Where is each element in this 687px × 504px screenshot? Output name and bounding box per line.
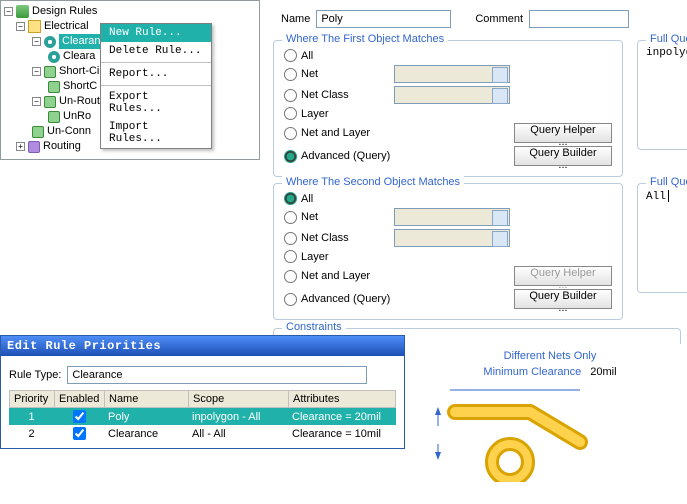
m1-netclass-combo[interactable]: [394, 86, 510, 104]
matches2-title: Where The Second Object Matches: [282, 176, 464, 188]
table-row[interactable]: 1 Poly inpolygon - All Clearance = 20mil: [9, 408, 396, 425]
short-icon: [48, 81, 60, 93]
m1-net[interactable]: Net: [284, 68, 394, 81]
edit-rule-priorities-window[interactable]: Edit Rule Priorities Rule Type: Priority…: [0, 335, 405, 449]
m1-advanced[interactable]: Advanced (Query): [284, 150, 394, 163]
unconn-icon: [32, 126, 44, 138]
tree-label: Un-Conn: [47, 124, 91, 139]
col-attributes[interactable]: Attributes: [289, 391, 395, 407]
context-menu[interactable]: New Rule... Delete Rule... Report... Exp…: [100, 23, 212, 149]
m2-net[interactable]: Net: [284, 211, 394, 224]
tree-root-label: Design Rules: [32, 4, 97, 19]
ctx-export-rules[interactable]: Export Rules...: [101, 88, 211, 118]
ctx-separator: [101, 85, 211, 86]
cell-attrs: Clearance = 20mil: [288, 408, 396, 425]
rules-icon: [16, 5, 29, 18]
ctx-separator: [101, 62, 211, 63]
unroute-icon: [48, 111, 60, 123]
comment-input[interactable]: [529, 10, 629, 28]
m2-all[interactable]: All: [284, 192, 394, 205]
routing-icon: [28, 141, 40, 153]
matches1-title: Where The First Object Matches: [282, 33, 448, 45]
m2-netlayer[interactable]: Net and Layer: [284, 270, 394, 283]
m2-query-helper-button[interactable]: Query Helper ...: [514, 266, 612, 286]
cell-enabled-checkbox[interactable]: [73, 427, 86, 440]
clearance-icon: [48, 51, 60, 63]
cell-scope: All - All: [188, 425, 288, 442]
cell-priority: 2: [9, 425, 54, 442]
tree-label: Electrical: [44, 19, 89, 34]
erp-header[interactable]: Priority Enabled Name Scope Attributes: [9, 390, 396, 408]
full-query-title: Full Query: [646, 176, 687, 188]
cell-priority: 1: [9, 408, 54, 425]
cell-name: Poly: [104, 408, 188, 425]
collapse-icon[interactable]: −: [32, 97, 41, 106]
cell-name: Clearance: [104, 425, 188, 442]
matches2-group: Where The Second Object Matches All Net …: [273, 183, 623, 320]
col-name[interactable]: Name: [105, 391, 189, 407]
cell-attrs: Clearance = 10mil: [288, 425, 396, 442]
full-query-text[interactable]: All: [646, 190, 687, 286]
m1-netclass[interactable]: Net Class: [284, 89, 394, 102]
tree-root[interactable]: − Design Rules: [4, 4, 259, 19]
text-caret: [668, 190, 669, 202]
m2-advanced[interactable]: Advanced (Query): [284, 293, 394, 306]
table-row[interactable]: 2 Clearance All - All Clearance = 10mil: [9, 425, 396, 442]
m1-all[interactable]: All: [284, 49, 394, 62]
tree-label: Cleara: [63, 49, 95, 64]
m2-netclass[interactable]: Net Class: [284, 232, 394, 245]
collapse-icon[interactable]: −: [16, 22, 25, 31]
tree-label: UnRo: [63, 109, 91, 124]
m2-net-combo[interactable]: [394, 208, 510, 226]
m2-layer[interactable]: Layer: [284, 250, 394, 263]
name-input[interactable]: [316, 10, 451, 28]
min-clearance-label: Minimum Clearance: [483, 366, 581, 378]
full-query-2: Full Query All: [637, 183, 687, 293]
collapse-icon[interactable]: −: [32, 67, 41, 76]
rule-type-input[interactable]: [67, 366, 367, 384]
min-clearance-value[interactable]: 20mil: [590, 366, 616, 378]
tree-label: Routing: [43, 139, 81, 154]
cell-enabled-checkbox[interactable]: [73, 410, 86, 423]
collapse-icon[interactable]: −: [4, 7, 13, 16]
clearance-icon: [44, 36, 56, 48]
collapse-icon[interactable]: −: [32, 37, 41, 46]
short-icon: [44, 66, 56, 78]
clearance-diagram: Different Nets Only Minimum Clearance 20…: [420, 350, 680, 482]
folder-icon: [28, 20, 41, 33]
full-query-1: Full Query inpolygon: [637, 40, 687, 150]
tree-label: ShortC: [63, 79, 97, 94]
m1-net-combo[interactable]: [394, 65, 510, 83]
col-enabled[interactable]: Enabled: [55, 391, 105, 407]
expand-icon[interactable]: +: [16, 142, 25, 151]
m1-layer[interactable]: Layer: [284, 107, 394, 120]
name-label: Name: [281, 13, 310, 25]
col-scope[interactable]: Scope: [189, 391, 289, 407]
properties-panel: Name Comment Where The First Object Matc…: [267, 0, 687, 344]
unroute-icon: [44, 96, 56, 108]
m2-query-builder-button[interactable]: Query Builder ...: [514, 289, 612, 309]
ctx-new-rule[interactable]: New Rule...: [101, 24, 211, 42]
cell-scope: inpolygon - All: [188, 408, 288, 425]
ctx-import-rules[interactable]: Import Rules...: [101, 118, 211, 148]
erp-title: Edit Rule Priorities: [1, 336, 404, 356]
constraints-title: Constraints: [282, 321, 346, 333]
rule-type-label: Rule Type:: [9, 369, 61, 381]
full-query-text[interactable]: inpolygon: [646, 47, 687, 143]
ctx-delete-rule[interactable]: Delete Rule...: [101, 42, 211, 60]
diff-nets-only-label: Different Nets Only: [420, 350, 680, 362]
ctx-report[interactable]: Report...: [101, 65, 211, 83]
m2-netclass-combo[interactable]: [394, 229, 510, 247]
comment-label: Comment: [475, 13, 523, 25]
matches1-group: Where The First Object Matches All Net N…: [273, 40, 623, 177]
m1-netlayer[interactable]: Net and Layer: [284, 127, 394, 140]
m1-query-helper-button[interactable]: Query Helper ...: [514, 123, 612, 143]
diagram-svg: [420, 382, 620, 482]
col-priority[interactable]: Priority: [10, 391, 55, 407]
m1-query-builder-button[interactable]: Query Builder ...: [514, 146, 612, 166]
full-query-title: Full Query: [646, 33, 687, 45]
